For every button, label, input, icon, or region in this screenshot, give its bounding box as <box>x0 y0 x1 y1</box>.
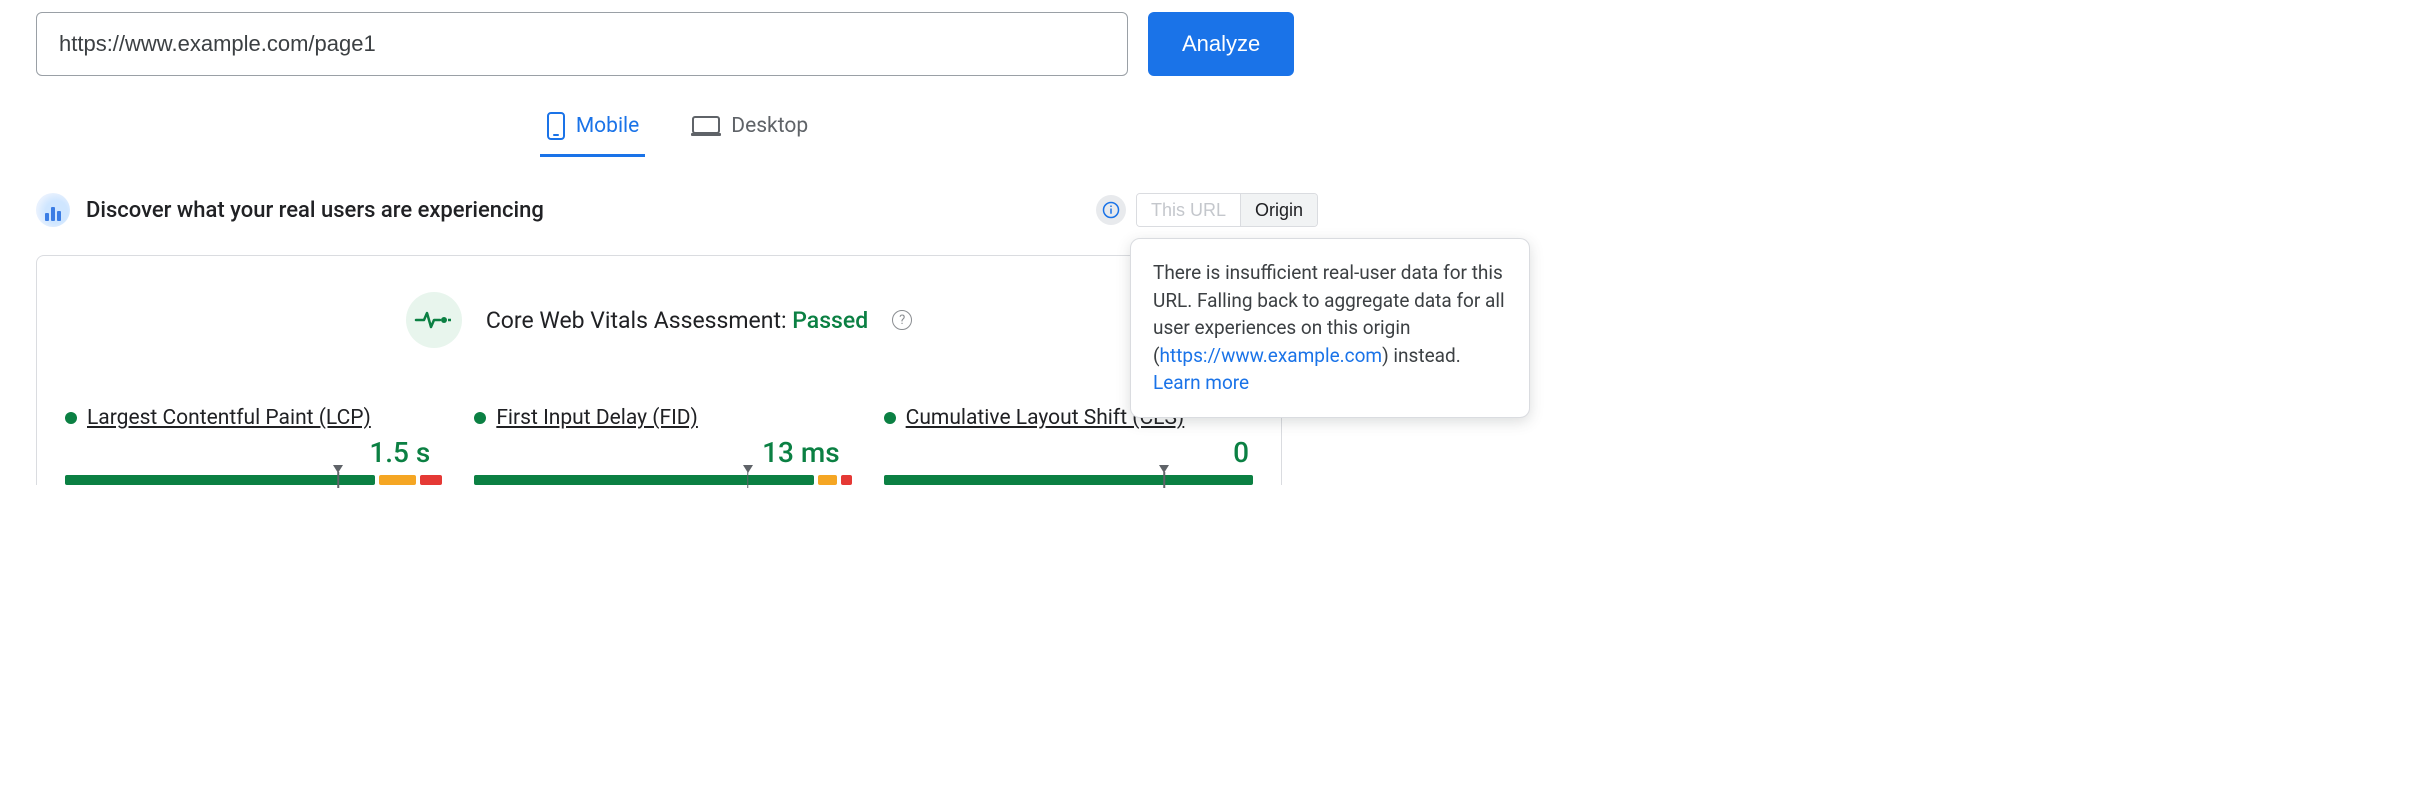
discover-title: Discover what your real users are experi… <box>86 198 544 223</box>
info-icon[interactable] <box>1096 195 1126 225</box>
metric-lcp-name[interactable]: Largest Contentful Paint (LCP) <box>87 406 371 430</box>
metric-cls-bar <box>884 475 1253 485</box>
metric-lcp-value: 1.5 s <box>65 436 430 469</box>
device-tabs: Mobile Desktop <box>36 104 1318 157</box>
mobile-icon <box>546 112 566 140</box>
status-dot-good <box>474 412 486 424</box>
assessment-status: Passed <box>792 307 868 334</box>
tooltip-origin-link[interactable]: https://www.example.com <box>1160 344 1383 367</box>
help-icon[interactable]: ? <box>892 310 912 330</box>
metric-fid-name[interactable]: First Input Delay (FID) <box>496 406 698 430</box>
metric-fid: First Input Delay (FID) 13 ms <box>474 406 843 485</box>
pulse-icon <box>406 292 462 348</box>
discover-chart-icon <box>36 193 70 227</box>
scope-this-url: This URL <box>1137 194 1240 226</box>
tab-mobile-label: Mobile <box>576 114 639 138</box>
metric-fid-bar <box>474 475 843 485</box>
url-input[interactable] <box>36 12 1128 76</box>
metric-lcp-bar <box>65 475 434 485</box>
metric-cls-value: 0 <box>884 436 1249 469</box>
desktop-icon <box>691 115 721 137</box>
tooltip-text-2: ) instead. <box>1382 344 1461 367</box>
metric-lcp: Largest Contentful Paint (LCP) 1.5 s <box>65 406 434 485</box>
origin-fallback-tooltip: There is insufficient real-user data for… <box>1130 238 1530 418</box>
tab-desktop-label: Desktop <box>731 114 808 138</box>
vitals-panel: Core Web Vitals Assessment: Passed ? Lar… <box>36 255 1282 485</box>
assessment-text: Core Web Vitals Assessment: Passed <box>486 307 868 334</box>
scope-origin[interactable]: Origin <box>1240 194 1317 226</box>
metric-cls: Cumulative Layout Shift (CLS) 0 <box>884 406 1253 485</box>
tab-mobile[interactable]: Mobile <box>540 104 645 157</box>
scope-toggle: This URL Origin <box>1136 193 1318 227</box>
status-dot-good <box>884 412 896 424</box>
status-dot-good <box>65 412 77 424</box>
tab-desktop[interactable]: Desktop <box>685 104 814 157</box>
analyze-button[interactable]: Analyze <box>1148 12 1294 76</box>
tooltip-learn-more-link[interactable]: Learn more <box>1153 371 1249 394</box>
metric-fid-value: 13 ms <box>474 436 839 469</box>
assessment-prefix: Core Web Vitals Assessment: <box>486 307 792 334</box>
